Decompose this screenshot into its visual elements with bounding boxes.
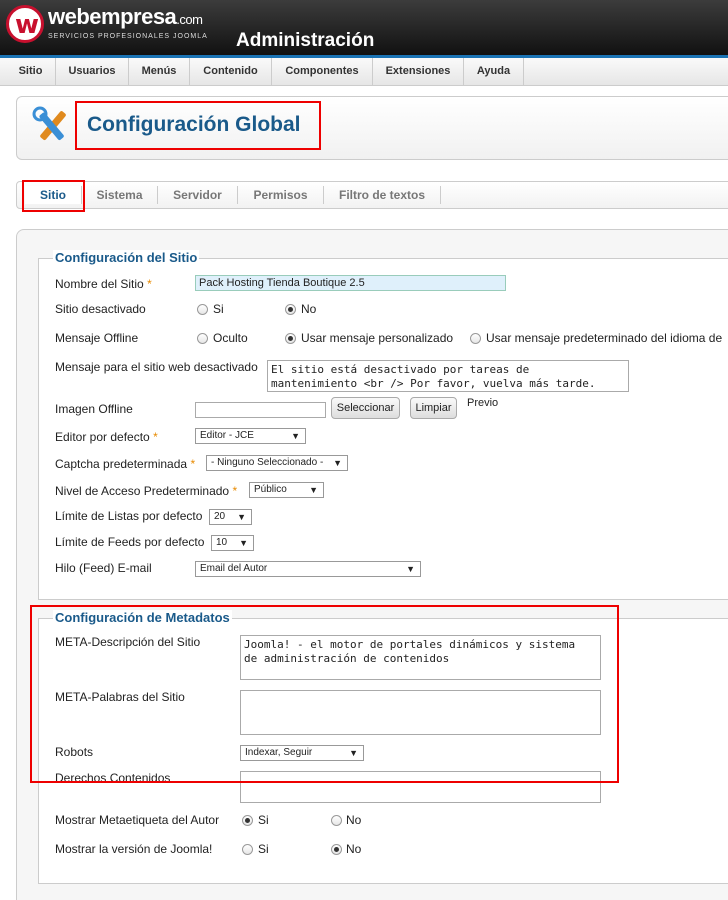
offline-msg-default-label: Usar mensaje predeterminado del idioma d… xyxy=(486,331,723,345)
offline-msg-default-radio[interactable] xyxy=(470,333,481,344)
required-star: * xyxy=(147,277,152,291)
author-meta-yes-radio[interactable] xyxy=(242,815,253,826)
required-star: * xyxy=(232,484,238,498)
site-settings-legend: Configuración del Sitio xyxy=(53,250,200,265)
editor-select-value: Editor - JCE xyxy=(200,430,254,441)
offline-msg-hidden-label: Oculto xyxy=(213,331,248,345)
feed-email-select[interactable]: Email del Autor ▼ xyxy=(195,561,421,577)
list-limit-label: Límite de Listas por defecto xyxy=(55,509,203,523)
feed-limit-label: Límite de Feeds por defecto xyxy=(55,535,205,549)
tools-icon xyxy=(32,106,66,141)
editor-select[interactable]: Editor - JCE ▼ xyxy=(195,428,306,444)
brand-tagline: SERVICIOS PROFESIONALES JOOMLA xyxy=(48,33,208,40)
rights-label: Derechos Contenidos xyxy=(55,771,171,785)
captcha-select-value: - Ninguno Seleccionado - xyxy=(211,457,324,468)
feed-limit-select[interactable]: 10 ▼ xyxy=(211,535,254,551)
required-star: * xyxy=(153,430,158,444)
robots-select-value: Indexar, Seguir xyxy=(245,747,313,758)
meta-description-textarea[interactable]: Joomla! - el motor de portales dinámicos… xyxy=(240,635,601,680)
joomla-version-no-radio[interactable] xyxy=(331,844,342,855)
offline-yes-label: Si xyxy=(213,302,224,316)
joomla-version-no-label: No xyxy=(346,842,362,856)
main-menu: Sitio Usuarios Menús Contenido Component… xyxy=(0,58,728,86)
feed-email-label: Hilo (Feed) E-mail xyxy=(55,561,152,575)
menu-ayuda[interactable]: Ayuda xyxy=(464,58,524,85)
tab-servidor[interactable]: Servidor xyxy=(158,186,238,204)
page-title: Configuración Global xyxy=(87,113,301,136)
admin-title: Administración xyxy=(236,30,375,51)
editor-label-text: Editor por defecto xyxy=(55,430,150,444)
tab-sistema[interactable]: Sistema xyxy=(82,186,158,204)
tab-filtro-textos[interactable]: Filtro de textos xyxy=(324,186,441,204)
list-limit-select[interactable]: 20 ▼ xyxy=(209,509,252,525)
site-name-label: Nombre del Sitio * xyxy=(55,277,152,291)
offline-no-radio[interactable] xyxy=(285,304,296,315)
offline-image-input[interactable] xyxy=(195,402,326,418)
rights-textarea[interactable] xyxy=(240,771,601,803)
dropdown-arrow-icon: ▼ xyxy=(237,512,246,522)
offline-message-label: Mensaje Offline xyxy=(55,331,139,345)
meta-keywords-textarea[interactable] xyxy=(240,690,601,735)
dropdown-arrow-icon: ▼ xyxy=(349,748,358,758)
menu-componentes[interactable]: Componentes xyxy=(272,58,373,85)
menu-sitio[interactable]: Sitio xyxy=(6,58,56,85)
offline-text-textarea[interactable]: El sitio está desactivado por tareas de … xyxy=(267,360,629,392)
access-level-select-value: Público xyxy=(254,484,287,495)
menu-menus[interactable]: Menús xyxy=(129,58,190,85)
select-image-button[interactable]: Seleccionar xyxy=(331,397,400,419)
author-meta-no-radio[interactable] xyxy=(331,815,342,826)
dropdown-arrow-icon: ▼ xyxy=(239,538,248,548)
dropdown-arrow-icon: ▼ xyxy=(333,458,342,468)
logo-letter: w xyxy=(15,10,40,40)
tab-permisos[interactable]: Permisos xyxy=(238,186,324,204)
offline-no-label: No xyxy=(301,302,317,316)
offline-text-label: Mensaje para el sitio web desactivado xyxy=(55,360,258,374)
webempresa-logo: w xyxy=(6,5,44,43)
preview-label: Previo xyxy=(467,397,499,409)
editor-label: Editor por defecto * xyxy=(55,430,158,444)
meta-description-label: META-Descripción del Sitio xyxy=(55,635,201,649)
joomla-version-yes-label: Si xyxy=(258,842,269,856)
joomla-version-label: Mostrar la versión de Joomla! xyxy=(55,842,213,856)
dropdown-arrow-icon: ▼ xyxy=(309,485,318,495)
meta-keywords-label: META-Palabras del Sitio xyxy=(55,690,185,704)
menu-usuarios[interactable]: Usuarios xyxy=(56,58,129,85)
author-meta-yes-label: Si xyxy=(258,813,269,827)
menu-extensiones[interactable]: Extensiones xyxy=(373,58,464,85)
menu-contenido[interactable]: Contenido xyxy=(190,58,272,85)
author-meta-no-label: No xyxy=(346,813,362,827)
feed-limit-select-value: 10 xyxy=(216,537,228,548)
offline-label: Sitio desactivado xyxy=(55,302,146,316)
brand-name: webempresa.com xyxy=(48,4,203,30)
robots-select[interactable]: Indexar, Seguir ▼ xyxy=(240,745,364,761)
offline-image-label: Imagen Offline xyxy=(55,402,133,416)
captcha-label-text: Captcha predeterminada xyxy=(55,457,188,471)
access-level-label: Nivel de Acceso Predeterminado * xyxy=(55,484,237,498)
offline-msg-hidden-radio[interactable] xyxy=(197,333,208,344)
list-limit-select-value: 20 xyxy=(214,511,226,522)
feed-email-select-value: Email del Autor xyxy=(200,563,268,574)
author-meta-label: Mostrar Metaetiqueta del Autor xyxy=(55,813,220,827)
offline-msg-custom-label: Usar mensaje personalizado xyxy=(301,331,454,345)
captcha-label: Captcha predeterminada * xyxy=(55,457,195,471)
site-name-label-text: Nombre del Sitio xyxy=(55,277,144,291)
captcha-select[interactable]: - Ninguno Seleccionado - ▼ xyxy=(206,455,348,471)
access-level-label-text: Nivel de Acceso Predeterminado xyxy=(55,484,230,498)
offline-yes-radio[interactable] xyxy=(197,304,208,315)
clear-image-button[interactable]: Limpiar xyxy=(410,397,457,419)
brand-text: webempresa xyxy=(48,4,177,29)
access-level-select[interactable]: Público ▼ xyxy=(249,482,324,498)
brand-suffix: .com xyxy=(176,12,203,27)
dropdown-arrow-icon: ▼ xyxy=(406,564,415,574)
required-star: * xyxy=(190,457,196,471)
metadata-legend: Configuración de Metadatos xyxy=(53,610,232,625)
site-name-input[interactable]: Pack Hosting Tienda Boutique 2.5 xyxy=(195,275,506,291)
tab-sitio[interactable]: Sitio xyxy=(25,186,82,204)
joomla-version-yes-radio[interactable] xyxy=(242,844,253,855)
offline-msg-custom-radio[interactable] xyxy=(285,333,296,344)
robots-label: Robots xyxy=(55,745,94,759)
dropdown-arrow-icon: ▼ xyxy=(291,431,300,441)
